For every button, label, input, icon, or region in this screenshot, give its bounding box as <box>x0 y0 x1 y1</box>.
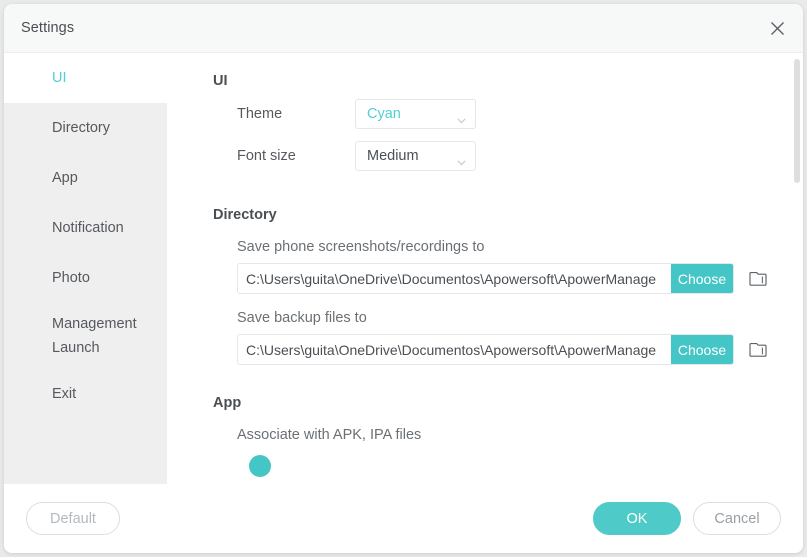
cancel-button[interactable]: Cancel <box>693 502 781 535</box>
sidebar-item-label: Management Launch <box>52 316 137 356</box>
sidebar-item-app[interactable]: App <box>4 153 167 203</box>
folder-icon[interactable] <box>748 341 768 359</box>
content-scrollbar-thumb[interactable] <box>794 59 800 183</box>
font-size-select[interactable]: Medium <box>355 141 476 171</box>
sidebar-item-notification[interactable]: Notification <box>4 203 167 253</box>
theme-label: Theme <box>237 106 283 122</box>
dialog-body: UI Directory App Notification Photo Mana… <box>4 53 803 484</box>
section-title-app: App <box>213 395 242 411</box>
sidebar-item-management-launch[interactable]: Management Launch <box>4 303 167 369</box>
ok-button[interactable]: OK <box>593 502 681 535</box>
backup-path-box: Choose <box>237 334 734 365</box>
theme-select[interactable]: Cyan <box>355 99 476 129</box>
folder-icon[interactable] <box>748 270 768 288</box>
font-size-value: Medium <box>367 148 419 164</box>
sidebar-item-ui[interactable]: UI <box>4 53 167 103</box>
title-bar: Settings <box>4 4 803 53</box>
associate-files-label: Associate with APK, IPA files <box>237 427 422 443</box>
theme-row: Theme Cyan <box>213 93 803 135</box>
screenshots-path-input[interactable] <box>238 264 671 293</box>
sidebar-item-directory[interactable]: Directory <box>4 103 167 153</box>
sidebar-item-label: Exit <box>52 386 77 402</box>
close-icon[interactable] <box>763 14 791 42</box>
sidebar-item-label: Photo <box>52 270 90 286</box>
font-size-label: Font size <box>237 148 296 164</box>
screenshots-path-label: Save phone screenshots/recordings to <box>237 239 485 255</box>
settings-dialog: Settings UI Directory App Notification P… <box>4 4 803 553</box>
chevron-down-icon <box>457 111 466 129</box>
section-title-directory: Directory <box>213 207 277 223</box>
backup-path-label: Save backup files to <box>237 310 367 326</box>
screenshots-path-box: Choose <box>237 263 734 294</box>
chevron-down-icon <box>457 153 466 171</box>
section-title-ui: UI <box>213 73 228 89</box>
dialog-footer: Default OK Cancel <box>4 484 803 553</box>
sidebar-item-exit[interactable]: Exit <box>4 369 167 419</box>
screenshots-choose-button[interactable]: Choose <box>671 264 733 293</box>
backup-path-input[interactable] <box>238 335 671 364</box>
screenshots-path-row: Choose <box>213 263 803 294</box>
sidebar: UI Directory App Notification Photo Mana… <box>4 53 167 484</box>
backup-choose-button[interactable]: Choose <box>671 335 733 364</box>
window-title: Settings <box>21 20 75 36</box>
sidebar-item-label: App <box>52 170 78 186</box>
font-size-row: Font size Medium <box>213 135 803 177</box>
sidebar-item-photo[interactable]: Photo <box>4 253 167 303</box>
content-inner: UI Theme Cyan Font size Medium Directory… <box>167 53 803 477</box>
associate-files-toggle[interactable] <box>249 455 271 477</box>
settings-content-pane: UI Theme Cyan Font size Medium Directory… <box>167 53 803 484</box>
sidebar-item-label: Notification <box>52 220 124 236</box>
theme-value: Cyan <box>367 106 401 122</box>
sidebar-item-label: Directory <box>52 120 111 136</box>
backup-path-row: Choose <box>213 334 803 365</box>
sidebar-item-label: UI <box>52 70 67 86</box>
default-button[interactable]: Default <box>26 502 120 535</box>
